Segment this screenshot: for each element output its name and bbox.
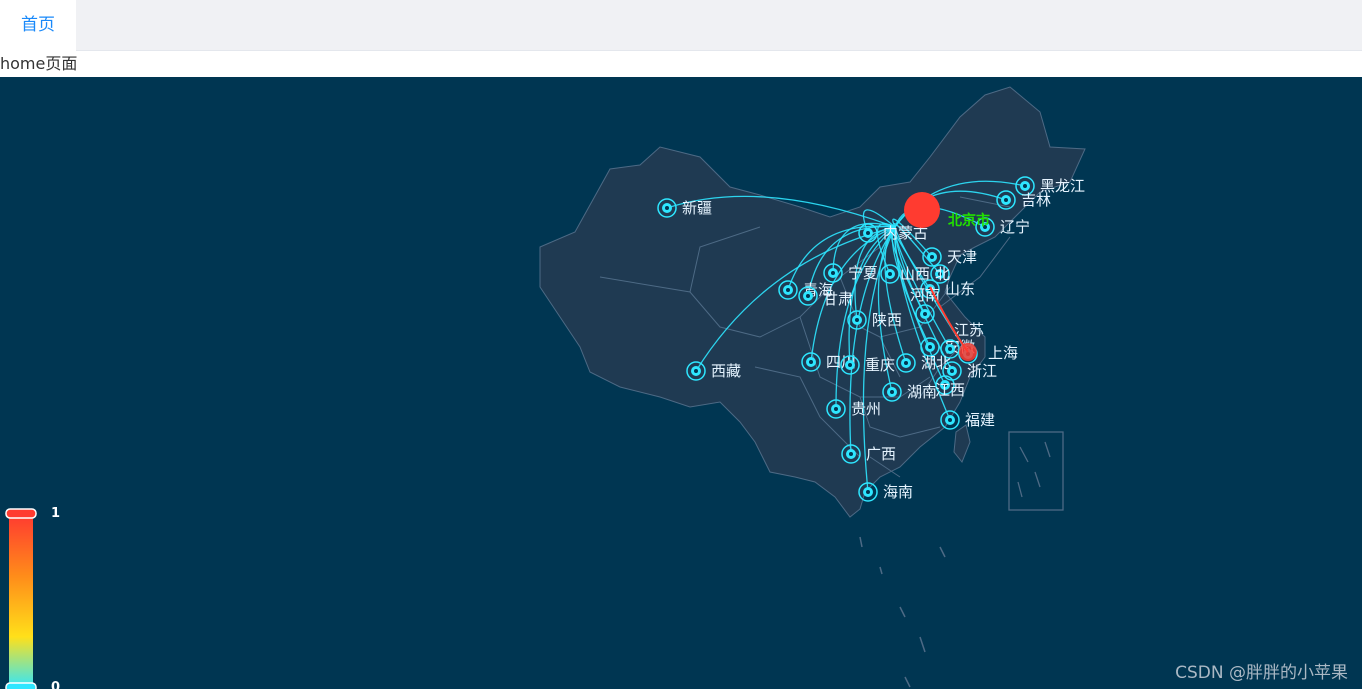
china-flow-map[interactable]: 新疆 内蒙古 黑龙江 吉林 辽宁 天津 山西北山东 宁夏 青海 甘肃 陕西 河南 安徽 江苏 上海 四川 湖北重… bbox=[0, 77, 1362, 689]
tab-home[interactable]: 首页 bbox=[0, 0, 76, 51]
point-center bbox=[786, 288, 790, 292]
beijing-label: 北京市 bbox=[948, 212, 990, 229]
sea-islands bbox=[859, 536, 946, 688]
province-label: 湖南 bbox=[907, 383, 937, 401]
china-outline bbox=[539, 86, 1086, 518]
page-label: home页面 bbox=[0, 54, 78, 73]
province-label: 江西 bbox=[935, 381, 965, 399]
point-center bbox=[930, 255, 934, 259]
province-label: 辽宁 bbox=[1000, 218, 1030, 236]
inset-dashes bbox=[1017, 441, 1051, 498]
province-label: 河南 bbox=[910, 286, 940, 304]
point-center bbox=[1004, 198, 1008, 202]
visual-map-legend[interactable]: 1 0 bbox=[5, 506, 60, 689]
province-label: 西藏 bbox=[711, 362, 741, 380]
point-center bbox=[904, 361, 908, 365]
point-center bbox=[928, 345, 932, 349]
province-label: 吉林 bbox=[1021, 191, 1051, 209]
beijing-origin-marker[interactable] bbox=[904, 192, 940, 228]
point-center bbox=[923, 312, 927, 316]
province-label: 贵州 bbox=[851, 400, 881, 418]
legend-bar bbox=[9, 515, 33, 689]
point-center bbox=[890, 390, 894, 394]
point-center bbox=[855, 318, 859, 322]
legend-handle-min[interactable] bbox=[5, 682, 37, 689]
point-center bbox=[866, 231, 870, 235]
province-label: 甘肃 bbox=[823, 290, 853, 308]
province-label: 新疆 bbox=[682, 199, 712, 217]
province-label: 陕西 bbox=[872, 311, 902, 329]
point-center bbox=[806, 294, 810, 298]
point-center bbox=[1023, 184, 1027, 188]
point-center bbox=[694, 369, 698, 373]
legend-handle-max[interactable] bbox=[5, 508, 37, 519]
point-center bbox=[948, 418, 952, 422]
province-label: 宁夏 bbox=[848, 264, 878, 282]
south-china-sea-inset bbox=[1008, 431, 1064, 511]
province-label: 山东 bbox=[945, 280, 975, 298]
point-center bbox=[849, 452, 853, 456]
tab-bar: 首页 bbox=[0, 0, 1362, 51]
point-center bbox=[888, 272, 892, 276]
province-label: 山西 bbox=[900, 265, 930, 283]
point-center bbox=[948, 347, 952, 351]
province-label: 上海 bbox=[988, 344, 1018, 362]
province-label: 天津 bbox=[947, 248, 977, 266]
taiwan-island bbox=[953, 424, 971, 463]
province-label: 福建 bbox=[965, 411, 995, 429]
legend-min-label: 0 bbox=[51, 680, 60, 689]
point-center bbox=[665, 206, 669, 210]
watermark: CSDN @胖胖的小苹果 bbox=[1175, 663, 1348, 683]
point-center bbox=[950, 369, 954, 373]
point-center bbox=[848, 363, 852, 367]
shanghai-red-marker bbox=[959, 343, 977, 361]
point-center bbox=[809, 360, 813, 364]
point-center bbox=[866, 490, 870, 494]
province-label: 浙江 bbox=[967, 362, 997, 380]
point-center bbox=[834, 407, 838, 411]
province-label: 重庆 bbox=[865, 356, 895, 374]
map-canvas[interactable]: 新疆内蒙古黑龙江吉林辽宁天津山西 北山东宁夏青海甘肃陕西河南安徽江苏上海四川 湖北重… bbox=[0, 77, 1362, 689]
point-center bbox=[831, 271, 835, 275]
province-label: 广西 bbox=[866, 445, 896, 463]
province-label: 海南 bbox=[883, 483, 913, 501]
legend-max-label: 1 bbox=[51, 506, 60, 521]
